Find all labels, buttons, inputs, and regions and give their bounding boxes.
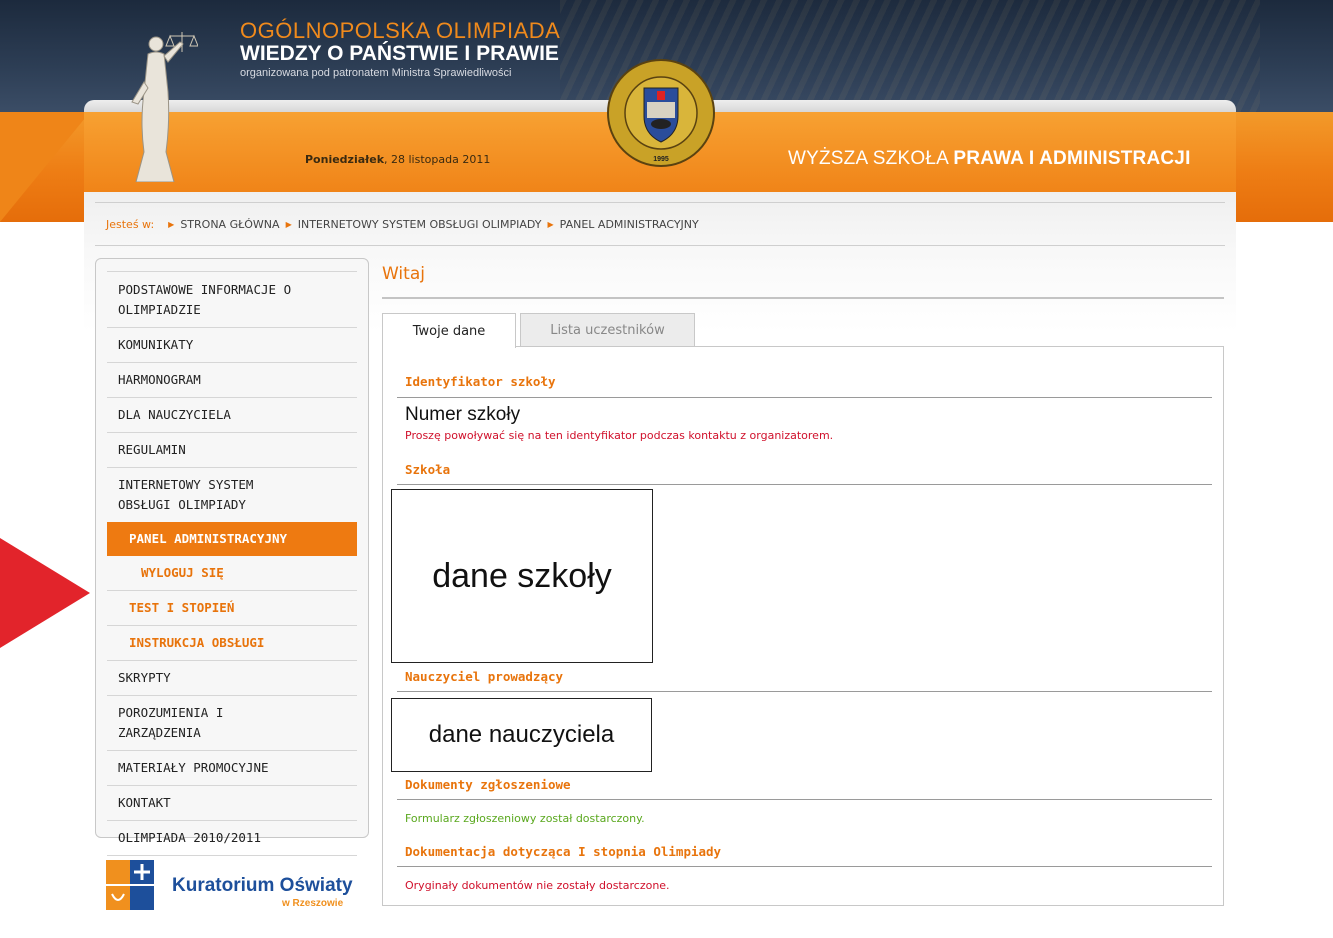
sidebar-item-test-stage1[interactable]: TEST I STOPIEŃ xyxy=(107,590,357,625)
section-title-teacher: Nauczyciel prowadzący xyxy=(405,669,564,684)
page-title: Witaj xyxy=(382,264,425,284)
kuratorium-logo[interactable]: Kuratorium Oświaty w Rzeszowie xyxy=(106,860,353,910)
breadcrumb: Jesteś w: ▶ STRONA GŁÓWNA ▶ INTERNETOWY … xyxy=(106,218,699,231)
school-data-placeholder: dane szkoły xyxy=(391,489,653,663)
section-title-school-id: Identyfikator szkoły xyxy=(405,374,556,389)
sidebar-item-regulations[interactable]: REGULAMIN xyxy=(107,432,357,467)
tab-your-data[interactable]: Twoje dane xyxy=(382,313,516,348)
current-date: Poniedziałek, 28 listopada 2011 xyxy=(305,153,491,166)
sidebar-item-announcements[interactable]: KOMUNIKATY xyxy=(107,327,357,362)
breadcrumb-arrow-icon: ▶ xyxy=(547,220,554,229)
breadcrumb-link-panel[interactable]: PANEL ADMINISTRACYJNY xyxy=(560,218,699,231)
sidebar-item-logout[interactable]: WYLOGUJ SIĘ xyxy=(107,556,357,590)
sidebar-item-contact[interactable]: KONTAKT xyxy=(107,785,357,820)
sidebar-item-for-teacher[interactable]: DLA NAUCZYCIELA xyxy=(107,397,357,432)
school-number-value: Numer szkoły xyxy=(405,404,521,425)
sidebar-item-schedule[interactable]: HARMONOGRAM xyxy=(107,362,357,397)
sidebar-item-olympiad-2010-2011[interactable]: OLIMPIADA 2010/2011 xyxy=(107,820,357,855)
school-id-note: Proszę powoływać się na ten identyfikato… xyxy=(405,429,834,442)
teacher-data-placeholder: dane nauczyciela xyxy=(391,698,652,772)
stage1-docs-status: Oryginały dokumentów nie zostały dostarc… xyxy=(405,879,670,892)
sidebar-item-agreements[interactable]: POROZUMIENIA I ZARZĄDZENIA xyxy=(107,695,357,750)
olympiad-patronage: organizowana pod patronatem Ministra Spr… xyxy=(240,67,512,79)
breadcrumb-link-system[interactable]: INTERNETOWY SYSTEM OBSŁUGI OLIMPIADY xyxy=(298,218,542,231)
sidebar: PODSTAWOWE INFORMACJE O OLIMPIADZIE KOMU… xyxy=(95,258,369,856)
olympiad-title-line2: WIEDZY O PAŃSTWIE I PRAWIE xyxy=(240,42,559,65)
section-title-documents: Dokumenty zgłoszeniowe xyxy=(405,777,571,792)
breadcrumb-arrow-icon: ▶ xyxy=(168,220,175,229)
sidebar-item-admin-panel[interactable]: PANEL ADMINISTRACYJNY xyxy=(107,522,357,556)
annotation-arrow-icon xyxy=(0,538,90,648)
kuratorium-emblem-icon xyxy=(106,860,154,910)
sidebar-item-online-system[interactable]: INTERNETOWY SYSTEM OBSŁUGI OLIMPIADY xyxy=(107,467,357,522)
breadcrumb-arrow-icon: ▶ xyxy=(285,220,292,229)
section-title-stage1-docs: Dokumentacja dotycząca I stopnia Olimpia… xyxy=(405,844,722,859)
breadcrumb-link-home[interactable]: STRONA GŁÓWNA xyxy=(180,218,279,231)
justice-statue-logo[interactable] xyxy=(118,22,198,182)
site-header: OGÓLNOPOLSKA OLIMPIADA WIEDZY O PAŃSTWIE… xyxy=(0,0,1333,222)
kuratorium-name: Kuratorium Oświaty xyxy=(172,874,353,896)
olympiad-title-line1: OGÓLNOPOLSKA OLIMPIADA xyxy=(240,18,561,43)
university-seal-logo[interactable]: 1995 xyxy=(604,58,718,168)
documents-status: Formularz zgłoszeniowy został dostarczon… xyxy=(405,812,645,825)
tab-participants-list[interactable]: Lista uczestników xyxy=(520,313,695,347)
kuratorium-city: w Rzeszowie xyxy=(282,897,344,909)
svg-text:1995: 1995 xyxy=(653,156,669,163)
breadcrumb-label: Jesteś w: xyxy=(106,218,155,231)
sidebar-item-promo-materials[interactable]: MATERIAŁY PROMOCYJNE xyxy=(107,750,357,785)
sidebar-item-user-guide[interactable]: INSTRUKCJA OBSŁUGI xyxy=(107,625,357,660)
university-name: WYŻSZA SZKOŁA PRAWA I ADMINISTRACJI xyxy=(788,148,1191,169)
section-title-school: Szkoła xyxy=(405,462,451,477)
sidebar-item-scripts[interactable]: SKRYPTY xyxy=(107,660,357,695)
sidebar-menu: PODSTAWOWE INFORMACJE O OLIMPIADZIE KOMU… xyxy=(107,271,357,856)
sidebar-item-basic-info[interactable]: PODSTAWOWE INFORMACJE O OLIMPIADZIE xyxy=(107,271,357,327)
